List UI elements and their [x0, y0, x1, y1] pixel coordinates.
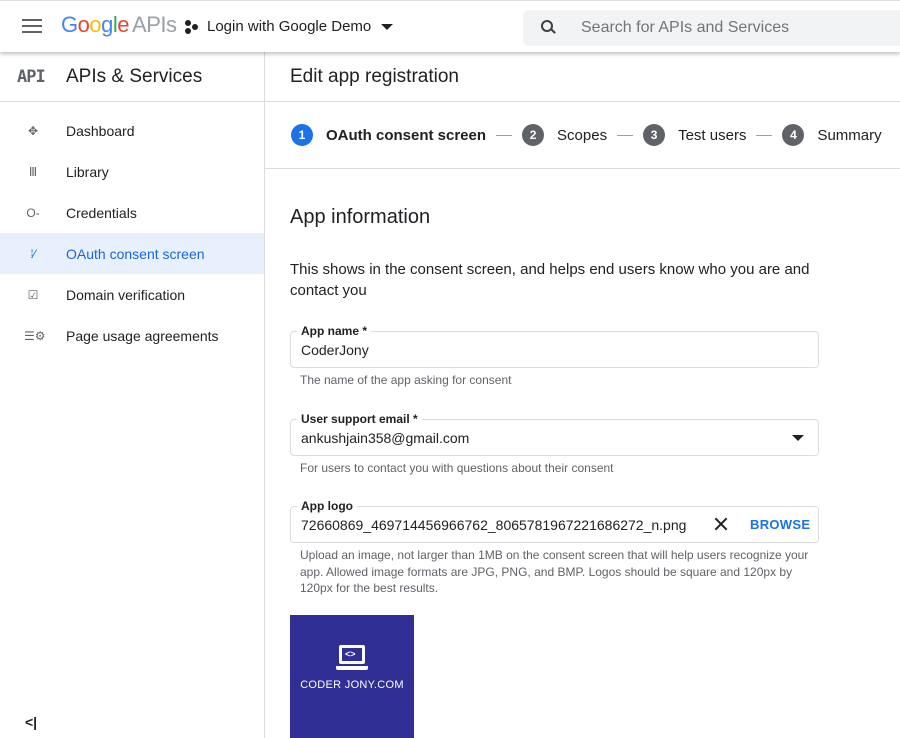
sidebar: API APIs & Services ✥ Dashboard Ⅲ Librar… [0, 52, 265, 738]
dropdown-arrow-icon[interactable] [792, 434, 804, 441]
sidebar-title: APIs & Services [66, 65, 203, 87]
section-description: This shows in the consent screen, and he… [290, 261, 810, 299]
collapse-sidebar-icon[interactable]: <| [25, 714, 37, 730]
step-test-users[interactable]: 3 Test users [643, 124, 746, 146]
step-label: OAuth consent screen [326, 126, 487, 144]
app-name-label: App name * [297, 324, 372, 338]
sidebar-item-dashboard[interactable]: ✥ Dashboard [0, 110, 264, 151]
sidebar-item-label: Domain verification [66, 286, 186, 303]
top-app-bar: Google APIs Login with Google Demo [0, 0, 900, 52]
project-icon [185, 19, 201, 34]
step-summary[interactable]: 4 Summary [782, 124, 882, 146]
main-content: Edit app registration 1 OAuth consent sc… [265, 52, 900, 738]
consent-icon: ⁞⁄ [30, 246, 36, 261]
user-support-email-field[interactable]: User support email * ankushjain358@gmail… [290, 411, 819, 456]
step-number: 1 [291, 124, 313, 146]
key-icon: O- [26, 205, 40, 220]
logo-apis-text: APIs [132, 12, 177, 37]
search-input[interactable] [581, 19, 900, 37]
google-apis-logo[interactable]: Google APIs [61, 12, 177, 38]
browse-button[interactable]: BROWSE [750, 517, 810, 532]
step-number: 4 [782, 124, 805, 146]
step-scopes[interactable]: 2 Scopes [522, 124, 607, 146]
app-name-field[interactable]: App name * [290, 324, 819, 368]
sidebar-item-library[interactable]: Ⅲ Library [0, 151, 264, 192]
app-logo-label: App logo [297, 499, 357, 513]
stepper: 1 OAuth consent screen 2 Scopes 3 Test u… [265, 102, 900, 169]
sidebar-item-oauth-consent-screen[interactable]: ⁞⁄ OAuth consent screen [0, 233, 264, 274]
user-support-email-label: User support email * [297, 411, 422, 426]
app-name-hint: The name of the app asking for consent [300, 373, 512, 387]
sidebar-item-label: Credentials [66, 204, 137, 221]
app-logo-hint: Upload an image, not larger than 1MB on … [300, 548, 809, 595]
laptop-code-icon: <> [336, 644, 368, 673]
app-logo-field[interactable]: App logo 72660869_469714456966762_806578… [290, 499, 819, 543]
chevron-down-icon [381, 23, 394, 30]
sidebar-header: API APIs & Services [0, 52, 264, 102]
close-icon[interactable] [712, 515, 730, 533]
app-name-input[interactable] [301, 342, 701, 358]
page-header: Edit app registration [265, 52, 900, 102]
section-title: App information [290, 206, 431, 228]
project-name: Login with Google Demo [207, 18, 372, 35]
checkbox-icon: ☑ [27, 287, 39, 302]
user-support-email-hint: For users to contact you with questions … [300, 460, 614, 475]
step-divider [617, 134, 634, 136]
api-icon: API [17, 66, 46, 87]
settings-list-icon: ☰⚙ [24, 328, 46, 343]
step-divider [496, 134, 513, 136]
step-number: 3 [643, 124, 666, 146]
app-information-form: App information This shows in the consen… [265, 206, 900, 738]
sidebar-item-page-usage-agreements[interactable]: ☰⚙ Page usage agreements [0, 315, 264, 356]
step-divider [756, 134, 773, 136]
step-oauth-consent-screen[interactable]: 1 OAuth consent screen [291, 124, 486, 146]
dashboard-icon: ✥ [27, 123, 39, 138]
menu-icon[interactable] [22, 19, 42, 35]
step-label: Scopes [557, 126, 608, 144]
search-icon[interactable] [541, 20, 557, 36]
project-selector[interactable]: Login with Google Demo [185, 18, 394, 35]
page-title: Edit app registration [290, 65, 459, 87]
sidebar-item-label: OAuth consent screen [66, 245, 205, 262]
library-icon: Ⅲ [28, 164, 38, 179]
sidebar-item-label: Dashboard [66, 122, 135, 139]
sidebar-item-label: Page usage agreements [66, 327, 219, 344]
step-label: Test users [678, 126, 747, 144]
sidebar-item-credentials[interactable]: O- Credentials [0, 192, 264, 233]
logo-preview-text: CODER JONY.COM [300, 678, 404, 691]
sidebar-item-domain-verification[interactable]: ☑ Domain verification [0, 274, 264, 315]
app-logo-filename: 72660869_469714456966762_806578196722168… [301, 517, 687, 533]
sidebar-nav: ✥ Dashboard Ⅲ Library O- Credentials ⁞⁄ … [0, 102, 264, 356]
step-number: 2 [522, 124, 545, 146]
step-label: Summary [817, 126, 882, 144]
user-support-email-value[interactable]: ankushjain358@gmail.com [301, 430, 701, 446]
app-logo-preview: <> CODER JONY.COM [290, 614, 414, 738]
search-bar[interactable] [523, 10, 900, 46]
sidebar-item-label: Library [66, 163, 109, 180]
